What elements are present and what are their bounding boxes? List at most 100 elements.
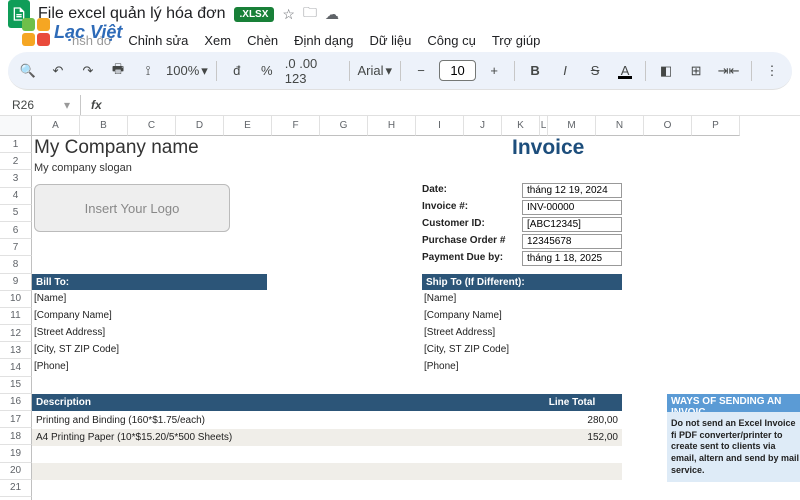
po-input[interactable]: 12345678 — [522, 234, 622, 249]
col-header-P[interactable]: P — [692, 116, 740, 136]
desc-header[interactable]: Description — [32, 394, 522, 411]
menu-format[interactable]: Định dạng — [294, 33, 353, 48]
col-header-I[interactable]: I — [416, 116, 464, 136]
total-header[interactable]: Line Total — [522, 394, 622, 411]
row-header-9[interactable]: 9 — [0, 274, 32, 291]
customer-id-input[interactable]: [ABC12345] — [522, 217, 622, 232]
billto-name[interactable]: [Name] — [34, 293, 66, 304]
row-header-12[interactable]: 12 — [0, 325, 32, 342]
menu-help[interactable]: Trợ giúp — [492, 33, 541, 48]
col-header-O[interactable]: O — [644, 116, 692, 136]
row-header-10[interactable]: 10 — [0, 291, 32, 308]
col-header-G[interactable]: G — [320, 116, 368, 136]
fill-color-icon[interactable]: ◧ — [654, 59, 678, 83]
billto-company[interactable]: [Company Name] — [34, 310, 112, 321]
strike-button[interactable]: S — [583, 59, 607, 83]
borders-icon[interactable]: ⊞ — [684, 59, 708, 83]
row-header-20[interactable]: 20 — [0, 463, 32, 480]
row-header-18[interactable]: 18 — [0, 428, 32, 445]
billto-phone[interactable]: [Phone] — [34, 361, 68, 372]
line5-empty[interactable] — [32, 480, 622, 497]
row-header-19[interactable]: 19 — [0, 445, 32, 462]
select-all-corner[interactable] — [0, 116, 32, 136]
cloud-icon[interactable]: ☁ — [325, 6, 339, 23]
row-header-3[interactable]: 3 — [0, 170, 32, 187]
line2-total[interactable]: 152,00 — [522, 429, 622, 446]
menu-insert[interactable]: Chèn — [247, 33, 278, 48]
row-header-2[interactable]: 2 — [0, 153, 32, 170]
company-name[interactable]: My Company name — [34, 137, 199, 159]
print-icon[interactable]: 🖶 — [106, 59, 130, 83]
shipto-street[interactable]: [Street Address] — [424, 327, 495, 338]
row-header-14[interactable]: 14 — [0, 359, 32, 376]
menu-edit[interactable]: Chỉnh sửa — [128, 33, 188, 48]
billto-header[interactable]: Bill To: — [32, 274, 267, 290]
billto-street[interactable]: [Street Address] — [34, 327, 105, 338]
font-decrease-button[interactable]: − — [409, 59, 433, 83]
col-header-L[interactable]: L — [540, 116, 548, 136]
star-icon[interactable]: ☆ — [282, 6, 295, 23]
menu-data[interactable]: Dữ liệu — [369, 33, 411, 48]
line2-desc[interactable]: A4 Printing Paper (10*$15.20/5*500 Sheet… — [32, 429, 522, 446]
shipto-name[interactable]: [Name] — [424, 293, 456, 304]
text-color-button[interactable]: A — [613, 59, 637, 83]
font-size-input[interactable]: 10 — [439, 60, 476, 81]
zoom-dropdown[interactable]: 100% ▾ — [166, 63, 208, 79]
currency-button[interactable]: đ — [225, 59, 249, 83]
col-header-D[interactable]: D — [176, 116, 224, 136]
redo-icon[interactable]: ↷ — [76, 59, 100, 83]
col-header-M[interactable]: M — [548, 116, 596, 136]
menu-tools[interactable]: Công cụ — [427, 33, 475, 48]
billto-city[interactable]: [City, ST ZIP Code] — [34, 344, 119, 355]
line3-empty[interactable] — [32, 446, 622, 463]
col-header-N[interactable]: N — [596, 116, 644, 136]
col-header-F[interactable]: F — [272, 116, 320, 136]
col-header-C[interactable]: C — [128, 116, 176, 136]
row-header-7[interactable]: 7 — [0, 239, 32, 256]
row-header-8[interactable]: 8 — [0, 256, 32, 273]
shipto-company[interactable]: [Company Name] — [424, 310, 502, 321]
number-format-button[interactable]: .0 .00 123 — [285, 56, 341, 86]
col-header-A[interactable]: A — [32, 116, 80, 136]
search-icon[interactable]: 🔍 — [16, 59, 40, 83]
shipto-city[interactable]: [City, ST ZIP Code] — [424, 344, 509, 355]
row-header-17[interactable]: 17 — [0, 411, 32, 428]
row-header-5[interactable]: 5 — [0, 205, 32, 222]
shipto-phone[interactable]: [Phone] — [424, 361, 458, 372]
shipto-header[interactable]: Ship To (If Different): — [422, 274, 622, 290]
row-header-11[interactable]: 11 — [0, 308, 32, 325]
row-header-13[interactable]: 13 — [0, 342, 32, 359]
merge-icon[interactable]: ⇥⇤ — [714, 59, 743, 83]
undo-icon[interactable]: ↶ — [46, 59, 70, 83]
company-slogan[interactable]: My company slogan — [34, 162, 132, 174]
fx-icon[interactable]: fx — [91, 98, 102, 112]
row-header-1[interactable]: 1 — [0, 136, 32, 153]
line4-empty[interactable] — [32, 463, 622, 480]
italic-button[interactable]: I — [553, 59, 577, 83]
line1-total[interactable]: 280,00 — [522, 412, 622, 429]
row-header-4[interactable]: 4 — [0, 188, 32, 205]
col-header-K[interactable]: K — [502, 116, 540, 136]
percent-button[interactable]: % — [255, 59, 279, 83]
col-header-J[interactable]: J — [464, 116, 502, 136]
bold-button[interactable]: B — [523, 59, 547, 83]
name-box[interactable]: R26 — [8, 96, 56, 114]
row-header-6[interactable]: 6 — [0, 222, 32, 239]
more-icon[interactable]: ⋮ — [760, 59, 784, 83]
invoice-title[interactable]: Invoice — [512, 136, 650, 160]
date-input[interactable]: tháng 12 19, 2024 — [522, 183, 622, 198]
col-header-B[interactable]: B — [80, 116, 128, 136]
menu-view[interactable]: Xem — [204, 33, 231, 48]
col-header-E[interactable]: E — [224, 116, 272, 136]
row-header-16[interactable]: 16 — [0, 394, 32, 411]
invoice-num-input[interactable]: INV-00000 — [522, 200, 622, 215]
col-header-H[interactable]: H — [368, 116, 416, 136]
paint-format-icon[interactable]: ⟟ — [136, 59, 160, 83]
folder-icon[interactable]: 🗀 — [303, 2, 317, 26]
font-increase-button[interactable]: + — [482, 59, 506, 83]
row-header-21[interactable]: 21 — [0, 480, 32, 497]
font-dropdown[interactable]: Arial ▾ — [357, 63, 392, 79]
row-header-15[interactable]: 15 — [0, 377, 32, 394]
info-body[interactable]: Do not send an Excel Invoice fi PDF conv… — [667, 412, 800, 482]
logo-placeholder[interactable]: Insert Your Logo — [34, 184, 230, 232]
